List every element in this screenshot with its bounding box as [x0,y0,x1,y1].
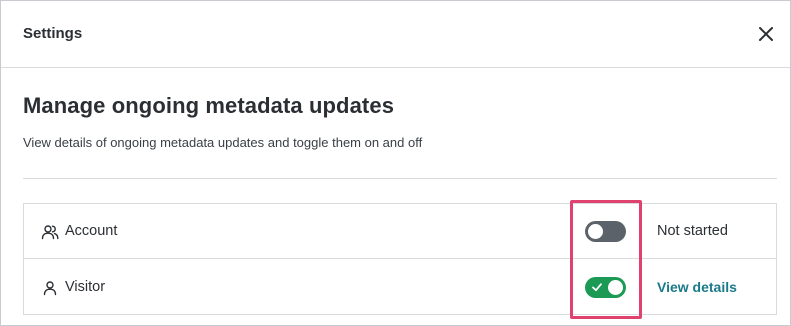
users-icon [41,225,59,240]
table-row-visitor: Visitor View details [24,260,776,315]
settings-dialog: Settings Manage ongoing metadata updates… [0,0,791,326]
dialog-title: Settings [23,25,83,42]
page-title: Manage ongoing metadata updates [23,93,395,118]
view-details-link[interactable]: View details [657,279,737,295]
close-icon [759,27,773,41]
table-row-account: Account Not started [24,204,776,259]
user-icon [43,281,57,296]
dialog-header: Settings [1,1,790,68]
row-label-visitor: Visitor [65,279,106,295]
divider [23,178,777,179]
metadata-updates-table: Account Not started Visitor View details [23,203,777,315]
toggle-knob [588,224,603,239]
row-label-account: Account [65,223,118,239]
check-icon [592,283,602,292]
visitor-toggle[interactable] [585,277,626,298]
page-description: View details of ongoing metadata updates… [23,135,423,150]
account-toggle[interactable] [585,221,626,242]
toggle-knob [608,280,623,295]
account-status: Not started [657,223,728,239]
close-button[interactable] [754,22,778,46]
